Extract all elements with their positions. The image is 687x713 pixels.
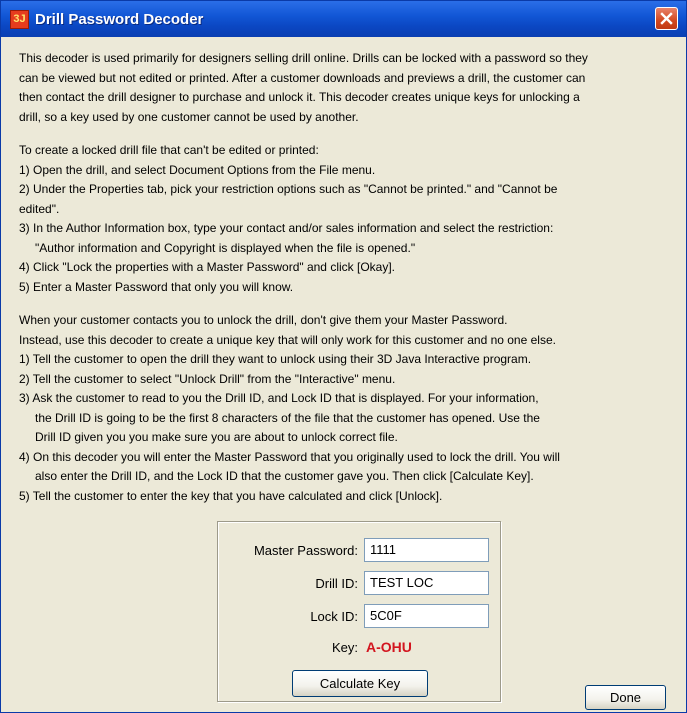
text-line: "Author information and Copyright is dis… xyxy=(35,240,416,255)
lock-id-label: Lock ID: xyxy=(310,608,358,624)
content-area: This decoder is used primarily for desig… xyxy=(5,37,682,710)
instructions-text: This decoder is used primarily for desig… xyxy=(19,49,669,506)
lock-id-row: Lock ID: 5C0F xyxy=(218,603,502,629)
decoder-form-panel: Master Password: 1111 Drill ID: TEST LOC… xyxy=(217,521,501,702)
text-line: 5) Enter a Master Password that only you… xyxy=(19,279,294,294)
title-bar[interactable]: 3J Drill Password Decoder xyxy=(1,1,686,37)
text-line: 4) Click "Lock the properties with a Mas… xyxy=(19,260,395,274)
app-icon: 3J xyxy=(10,9,29,29)
create-steps: To create a locked drill file that can't… xyxy=(19,141,669,297)
lock-id-input[interactable]: 5C0F xyxy=(364,604,489,628)
master-password-label: Master Password: xyxy=(253,542,358,558)
unlock-steps: When your customer contacts you to unloc… xyxy=(19,311,669,506)
text-line: 1) Open the drill, and select Document O… xyxy=(19,162,376,177)
text-line: then contact the drill designer to purch… xyxy=(19,90,580,104)
text-line: 2) Tell the customer to select "Unlock D… xyxy=(19,371,396,386)
text-line: 1) Tell the customer to open the drill t… xyxy=(19,352,532,366)
drill-id-input[interactable]: TEST LOC xyxy=(364,571,489,595)
key-value: A-OHU xyxy=(366,639,412,655)
text-line: Drill ID given you you make sure you are… xyxy=(35,430,398,444)
text-line: 3) In the Author Information box, type y… xyxy=(19,221,554,235)
drill-id-row: Drill ID: TEST LOC xyxy=(218,570,502,596)
window-title: Drill Password Decoder xyxy=(35,10,204,28)
master-password-input[interactable]: 1111 xyxy=(364,538,489,562)
text-line: Instead, use this decoder to create a un… xyxy=(19,332,556,347)
key-row: Key: A-OHU xyxy=(218,634,502,660)
text-line: 5) Tell the customer to enter the key th… xyxy=(19,488,443,503)
text-line: can be viewed but not edited or printed.… xyxy=(19,70,586,85)
text-line: also enter the Drill ID, and the Lock ID… xyxy=(35,469,534,483)
text-line: the Drill ID is going to be the first 8 … xyxy=(35,410,540,425)
done-button[interactable]: Done xyxy=(585,685,666,710)
decoder-window: 3J Drill Password Decoder This decoder i… xyxy=(0,0,687,713)
intro-paragraph: This decoder is used primarily for desig… xyxy=(19,49,669,127)
text-line: drill, so a key used by one customer can… xyxy=(19,109,359,124)
calculate-key-button[interactable]: Calculate Key xyxy=(292,670,428,697)
drill-id-label: Drill ID: xyxy=(315,575,358,591)
text-line: 3) Ask the customer to read to you the D… xyxy=(19,391,539,405)
close-button[interactable] xyxy=(655,7,678,30)
text-line: 2) Under the Properties tab, pick your r… xyxy=(19,182,558,196)
close-icon xyxy=(660,12,673,25)
master-password-row: Master Password: 1111 xyxy=(218,537,502,563)
key-label: Key: xyxy=(331,639,358,655)
text-line: edited". xyxy=(19,201,60,216)
create-heading: To create a locked drill file that can't… xyxy=(19,143,319,157)
text-line: When your customer contacts you to unloc… xyxy=(19,313,508,327)
text-line: 4) On this decoder you will enter the Ma… xyxy=(19,449,560,464)
text-line: This decoder is used primarily for desig… xyxy=(19,51,588,65)
